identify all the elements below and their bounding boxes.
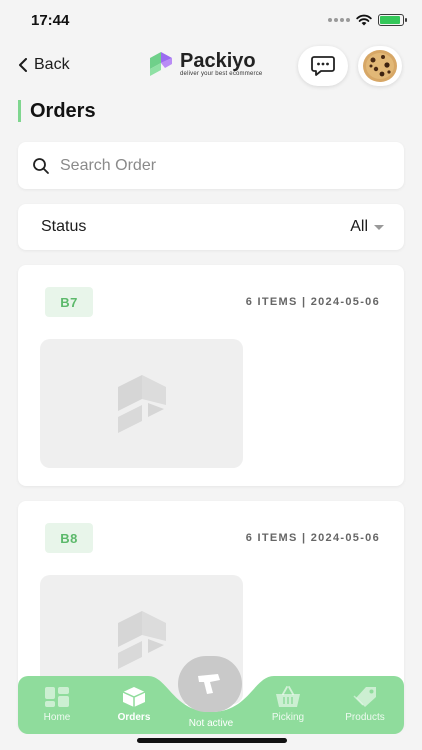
page-title: Orders [18, 100, 96, 122]
placeholder-logo-icon [117, 374, 166, 433]
box-icon [122, 687, 146, 707]
status-icons [328, 14, 407, 26]
brand-logo: Packiyo deliver your best ecommerce [148, 50, 262, 78]
placeholder-logo-icon [117, 610, 166, 669]
back-label: Back [34, 56, 70, 73]
status-bar: 17:44 [0, 0, 422, 40]
cookie-avatar-icon [363, 50, 397, 82]
home-indicator [137, 738, 287, 743]
nav-label-orders: Orders [117, 712, 151, 723]
nav-item-orders[interactable]: Orders [104, 686, 164, 723]
status-time: 17:44 [31, 12, 70, 29]
nav-item-home[interactable]: Home [27, 686, 87, 723]
chevron-left-icon [19, 58, 27, 72]
app-header: Back Packiyo deliver your best ecommerce [0, 44, 422, 90]
status-filter-value: All [350, 218, 368, 235]
order-id-badge: B7 [45, 287, 93, 317]
order-card[interactable]: B7 6 ITEMS | 2024-05-06 [18, 265, 404, 486]
search-icon [33, 157, 49, 174]
packiyo-logo-icon [150, 52, 172, 76]
nav-label-not-active: Not active [188, 718, 234, 729]
user-avatar[interactable] [358, 46, 402, 86]
chat-bubble-icon [311, 56, 335, 76]
tag-icon [353, 687, 376, 707]
signal-icon [328, 18, 350, 22]
caret-down-icon [374, 225, 384, 230]
scanner-button[interactable] [178, 656, 242, 712]
back-button[interactable]: Back [18, 56, 70, 74]
order-thumbnail [40, 339, 243, 468]
order-meta: 6 ITEMS | 2024-05-06 [245, 296, 380, 308]
search-input[interactable] [60, 156, 380, 175]
order-meta: 6 ITEMS | 2024-05-06 [245, 532, 380, 544]
grid-icon [45, 687, 69, 707]
nav-label-products: Products [345, 712, 385, 723]
nav-item-products[interactable]: Products [335, 686, 395, 723]
nav-label-picking: Picking [271, 712, 305, 723]
search-bar[interactable] [18, 142, 404, 189]
wifi-icon [356, 14, 372, 26]
status-filter-label: Status [41, 218, 87, 235]
nav-label-home: Home [43, 712, 71, 723]
brand-tagline: deliver your best ecommerce [180, 71, 263, 77]
nav-item-picking[interactable]: Picking [258, 686, 318, 723]
order-id-badge: B8 [45, 523, 93, 553]
scanner-icon [198, 674, 220, 694]
chat-button[interactable] [298, 46, 348, 86]
battery-icon [378, 14, 407, 26]
basket-icon [276, 686, 300, 707]
brand-name: Packiyo [180, 50, 256, 72]
status-filter-dropdown[interactable]: Status All [18, 204, 404, 250]
